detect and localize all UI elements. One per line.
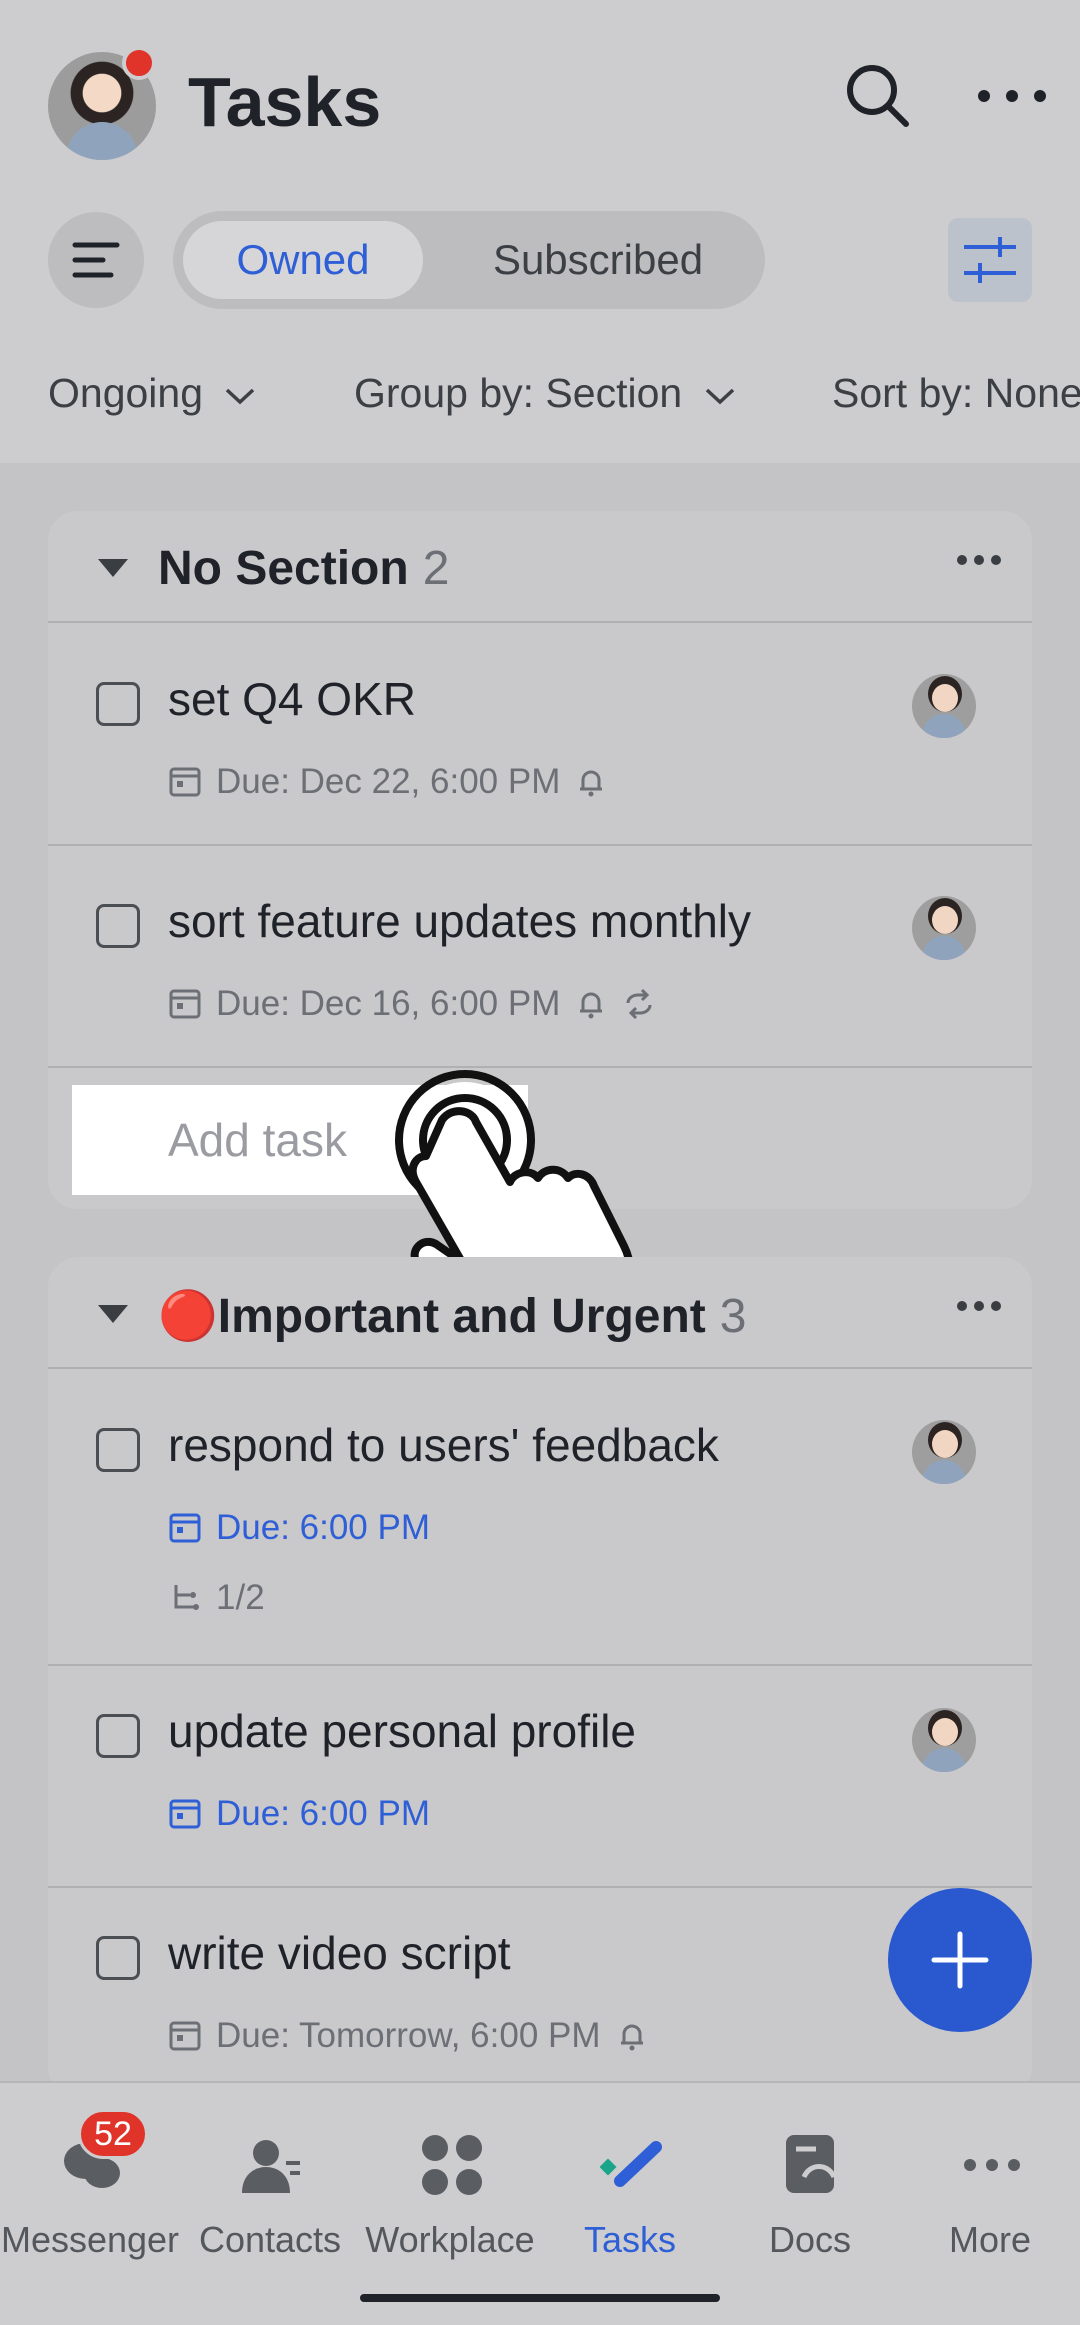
task-row[interactable]: write video script Due: Tomorrow, 6:00 P… <box>48 1886 1032 2097</box>
collapse-caret-icon[interactable] <box>98 1305 128 1323</box>
task-checkbox[interactable] <box>96 1714 140 1758</box>
section-header[interactable]: No Section 2 <box>48 511 1032 623</box>
task-title: sort feature updates monthly <box>168 895 751 947</box>
section-header[interactable]: 🔴Important and Urgent 3 <box>48 1257 1032 1369</box>
task-row[interactable]: set Q4 OKR Due: Dec 22, 6:00 PM <box>48 622 1032 846</box>
search-icon[interactable] <box>838 56 918 136</box>
sort-by-filter[interactable]: Sort by: None <box>832 370 1080 417</box>
section-more-icon[interactable] <box>956 553 1002 571</box>
bell-icon <box>580 992 603 1019</box>
task-title: respond to users' feedback <box>168 1419 719 1471</box>
task-title: update personal profile <box>168 1705 636 1757</box>
task-checkbox[interactable] <box>96 1936 140 1980</box>
task-meta: Due: Dec 22, 6:00 PM <box>168 762 608 802</box>
status-filter[interactable]: Ongoing <box>48 370 256 417</box>
subtask-icon <box>174 1585 199 1610</box>
collapse-caret-icon[interactable] <box>98 559 128 577</box>
task-meta: Due: 6:00 PM <box>168 1508 430 1548</box>
nav-label: Contacts <box>198 2219 342 2260</box>
calendar-icon <box>169 1799 201 1829</box>
page-title: Tasks <box>188 63 382 141</box>
calendar-icon <box>169 1513 201 1543</box>
chevron-down-icon <box>705 388 734 405</box>
task-checkbox[interactable] <box>96 904 140 948</box>
filter-bar: Ongoing Group by: Section Sort by: None <box>0 370 1080 430</box>
nav-contacts[interactable]: Contacts <box>180 2083 360 2263</box>
section-card-important-urgent: 🔴Important and Urgent 3 respond to users'… <box>48 1257 1032 2097</box>
group-by-filter[interactable]: Group by: Section <box>354 370 736 417</box>
nav-label: Workplace <box>365 2219 535 2260</box>
repeat-icon <box>626 988 652 1020</box>
nav-more[interactable]: More <box>900 2083 1080 2263</box>
section-count: 2 <box>422 542 450 595</box>
tab-owned[interactable]: Owned <box>183 221 423 299</box>
task-due: Due: Dec 16, 6:00 PM <box>216 984 561 1023</box>
tasks-check-icon <box>600 2141 662 2187</box>
nav-tasks[interactable]: Tasks <box>540 2083 720 2263</box>
task-meta: Due: 6:00 PM <box>168 1794 430 1834</box>
more-icon[interactable] <box>972 76 1052 116</box>
subtask-count: 1/2 <box>216 1578 265 1617</box>
calendar-icon <box>169 767 201 797</box>
assignee-avatar[interactable] <box>912 1708 976 1772</box>
plus-icon <box>931 1931 989 1989</box>
task-row[interactable]: update personal profile Due: 6:00 PM <box>48 1664 1032 1888</box>
bell-icon <box>580 770 603 797</box>
nav-docs[interactable]: Docs <box>720 2083 900 2263</box>
more-icon <box>964 2159 1020 2171</box>
section-title: No Section 2 <box>158 541 449 596</box>
task-checkbox[interactable] <box>96 1428 140 1472</box>
docs-icon <box>786 2135 837 2193</box>
task-meta: Due: Dec 16, 6:00 PM <box>168 984 656 1024</box>
contacts-icon <box>242 2140 300 2193</box>
bottom-nav: 52 Messenger Contacts Workplace Tasks Do… <box>0 2081 1080 2325</box>
section-more-icon[interactable] <box>956 1299 1002 1317</box>
add-task-fab[interactable] <box>888 1888 1032 2032</box>
chevron-down-icon <box>226 388 255 405</box>
view-segmented-control: Owned Subscribed <box>173 211 765 309</box>
nav-label: More <box>948 2219 1032 2260</box>
task-due: Due: 6:00 PM <box>216 1794 430 1833</box>
task-checkbox[interactable] <box>96 682 140 726</box>
header: Tasks Owned Subscribed Ongoing Group by:… <box>0 0 1080 463</box>
task-row[interactable]: sort feature updates monthly Due: Dec 16… <box>48 844 1032 1068</box>
workplace-icon <box>422 2135 482 2195</box>
group-by-label: Group by: Section <box>354 370 683 416</box>
calendar-icon <box>169 989 201 1019</box>
nav-workplace[interactable]: Workplace <box>360 2083 540 2263</box>
task-due: Due: 6:00 PM <box>216 1508 430 1547</box>
task-title: write video script <box>168 1927 511 1979</box>
section-count: 3 <box>719 1290 747 1343</box>
home-indicator <box>360 2294 720 2302</box>
unread-badge: 52 <box>78 2109 148 2159</box>
filter-settings-icon[interactable] <box>948 218 1032 302</box>
task-due: Due: Dec 22, 6:00 PM <box>216 762 561 801</box>
nav-label: Tasks <box>583 2219 677 2260</box>
bell-icon <box>620 2024 643 2051</box>
task-title: set Q4 OKR <box>168 673 416 725</box>
tab-subscribed[interactable]: Subscribed <box>443 221 753 299</box>
assignee-avatar[interactable] <box>912 674 976 738</box>
nav-label: Docs <box>768 2219 852 2260</box>
assignee-avatar[interactable] <box>912 1420 976 1484</box>
calendar-icon <box>169 2021 201 2051</box>
notification-dot <box>122 46 156 80</box>
menu-icon[interactable] <box>48 212 144 308</box>
status-filter-label: Ongoing <box>48 370 204 416</box>
task-row[interactable]: respond to users' feedback Due: 6:00 PM … <box>48 1368 1032 1666</box>
subtask-meta: 1/2 <box>168 1578 265 1618</box>
section-name: No Section <box>158 542 409 595</box>
section-title: 🔴Important and Urgent 3 <box>158 1287 746 1344</box>
assignee-avatar[interactable] <box>912 896 976 960</box>
section-name: 🔴Important and Urgent <box>158 1290 706 1343</box>
task-due: Due: Tomorrow, 6:00 PM <box>216 2016 601 2055</box>
task-meta: Due: Tomorrow, 6:00 PM <box>168 2016 649 2056</box>
add-task-label: Add task <box>168 1114 347 1166</box>
nav-messenger[interactable]: 52 Messenger <box>0 2083 180 2263</box>
nav-label: Messenger <box>0 2219 180 2260</box>
